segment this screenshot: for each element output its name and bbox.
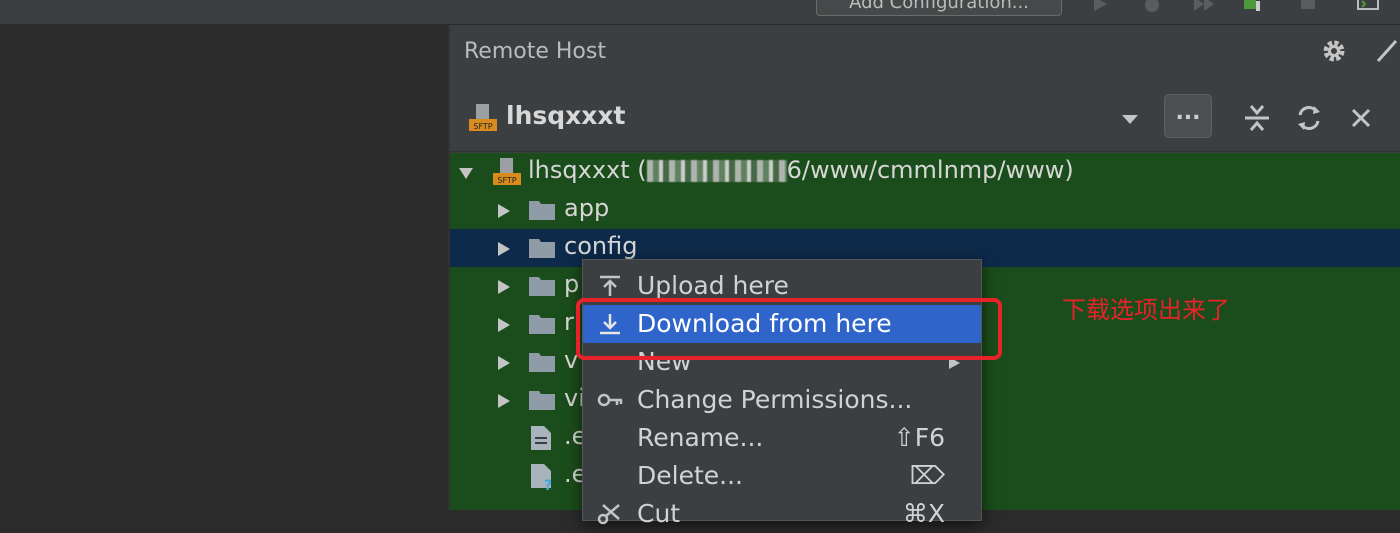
menu-item-shortcut: ⌘X: [902, 499, 945, 528]
dropdown-icon[interactable]: [1120, 111, 1140, 125]
svg-text:SFTP: SFTP: [497, 176, 516, 185]
svg-text:SFTP: SFTP: [473, 122, 492, 131]
hide-panel-icon[interactable]: [1370, 39, 1400, 65]
stop-icon[interactable]: [1296, 0, 1320, 14]
collapsed-arrow-icon[interactable]: [496, 203, 512, 219]
editor-area: [0, 25, 448, 510]
redacted-ip: [646, 160, 787, 182]
collapsed-arrow-icon[interactable]: [496, 279, 512, 295]
annotation-highlight-box: [576, 298, 1002, 360]
root-name: lhsqxxxt (: [528, 156, 647, 184]
more-servers-button[interactable]: ...: [1164, 94, 1212, 138]
tree-item-label: p: [564, 270, 580, 298]
debug-icon[interactable]: [1140, 0, 1164, 14]
panel-title: Remote Host: [464, 39, 606, 64]
tree-item-app[interactable]: app: [450, 191, 1400, 229]
menu-item-shortcut: ⇧F6: [893, 423, 945, 452]
collapsed-arrow-icon[interactable]: [496, 355, 512, 371]
main-toolbar: Add Configuration...: [0, 0, 1400, 25]
build-icon[interactable]: [1240, 0, 1264, 14]
tree-root-label: lhsqxxxt ( 6/www/cmmlnmp/www): [528, 156, 1074, 184]
run-icon[interactable]: [1088, 0, 1112, 14]
svg-text:?: ?: [544, 478, 552, 491]
unknown-file-icon: ?: [530, 463, 558, 494]
folder-icon: [528, 199, 556, 221]
key-icon: [597, 389, 623, 411]
server-selector-bar: SFTP lhsqxxxt ...: [450, 91, 1400, 152]
menu-item-label: Rename...: [637, 423, 764, 452]
close-icon[interactable]: [1346, 103, 1376, 133]
menu-item-shortcut: ⌦: [909, 461, 945, 490]
add-configuration-button[interactable]: Add Configuration...: [816, 0, 1062, 16]
menu-item-label: Change Permissions...: [637, 385, 913, 414]
tree-item-label: config: [564, 232, 638, 260]
menu-item-rename[interactable]: Rename... ⇧F6: [583, 419, 981, 457]
menu-item-cut[interactable]: Cut ⌘X: [583, 495, 981, 533]
tree-item-label: r: [564, 308, 574, 336]
file-icon: [530, 425, 558, 450]
annotation-text: 下载选项出来了: [1062, 296, 1230, 324]
menu-item-change-permissions[interactable]: Change Permissions...: [583, 381, 981, 419]
sftp-icon: SFTP: [468, 103, 498, 133]
folder-icon: [528, 389, 556, 411]
folder-icon: [528, 237, 556, 259]
tree-item-label: app: [564, 194, 610, 222]
upload-icon: [597, 275, 623, 297]
terminal-icon[interactable]: [1356, 0, 1380, 14]
root-path: 6/www/cmmlnmp/www): [786, 156, 1074, 184]
sftp-icon: SFTP: [492, 157, 522, 187]
collapsed-arrow-icon[interactable]: [496, 317, 512, 333]
expand-arrow-icon[interactable]: [458, 165, 474, 181]
collapsed-arrow-icon[interactable]: [496, 241, 512, 257]
collapsed-arrow-icon[interactable]: [496, 393, 512, 409]
folder-icon: [528, 351, 556, 373]
folder-icon: [528, 313, 556, 335]
menu-item-label: Upload here: [637, 271, 789, 300]
collapse-all-icon[interactable]: [1242, 103, 1272, 133]
menu-item-delete[interactable]: Delete... ⌦: [583, 457, 981, 495]
scissors-icon: [597, 503, 623, 525]
gear-icon[interactable]: [1320, 37, 1348, 65]
menu-item-label: Delete...: [637, 461, 743, 490]
coverage-icon[interactable]: [1192, 0, 1216, 14]
server-name[interactable]: lhsqxxxt: [506, 101, 625, 130]
menu-item-label: Cut: [637, 499, 681, 528]
folder-icon: [528, 275, 556, 297]
refresh-icon[interactable]: [1294, 103, 1324, 133]
tree-root-row[interactable]: SFTP lhsqxxxt ( 6/www/cmmlnmp/www): [450, 153, 1400, 191]
